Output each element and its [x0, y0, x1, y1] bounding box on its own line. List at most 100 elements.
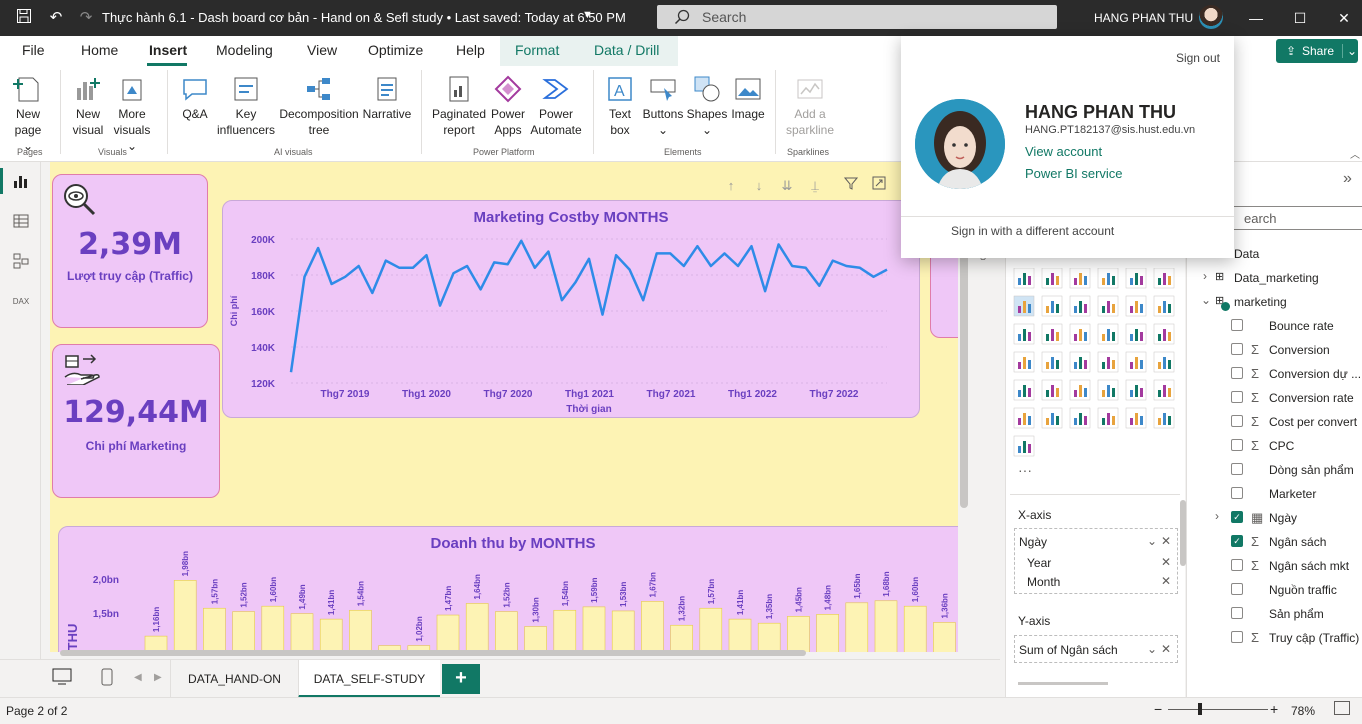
remove-field-icon[interactable]: ✕ — [1161, 642, 1171, 656]
tab-data-drill[interactable]: Data / Drill — [594, 42, 659, 58]
tab-help[interactable]: Help — [456, 42, 485, 58]
tab-file[interactable]: File — [22, 42, 45, 58]
next-level-icon[interactable]: ⇊ — [777, 176, 797, 196]
drill-up-icon[interactable]: ↑ — [721, 176, 741, 196]
collapse-ribbon-icon[interactable]: ︿ — [1350, 146, 1360, 161]
power-apps-button[interactable]: Power Apps — [488, 74, 528, 138]
report-view-icon[interactable] — [11, 172, 31, 192]
field-checkbox[interactable] — [1231, 559, 1243, 571]
share-button[interactable]: ⇪ Share ⌄ — [1276, 39, 1358, 63]
field-row[interactable]: › ✓ ▦ Ngày — [1187, 506, 1362, 530]
field-checkbox[interactable] — [1231, 343, 1243, 355]
field-row[interactable]: Σ Conversion — [1187, 338, 1362, 362]
tab-format[interactable]: Format — [515, 42, 559, 58]
page-tab-data-hand-on[interactable]: DATA_HAND-ON — [170, 660, 298, 698]
field-row[interactable]: Marketer — [1187, 482, 1362, 506]
image-button[interactable]: Image — [728, 74, 768, 122]
text-box-button[interactable]: A Text box — [601, 74, 639, 138]
field-checkbox[interactable] — [1231, 367, 1243, 379]
redo-icon[interactable]: ↷ — [76, 8, 96, 28]
narrative-button[interactable]: Narrative — [362, 74, 412, 122]
zoom-slider-thumb[interactable] — [1198, 703, 1202, 715]
field-row[interactable]: Σ Conversion dự ... — [1187, 362, 1362, 386]
field-checkbox[interactable] — [1231, 487, 1243, 499]
power-automate-button[interactable]: Power Automate — [530, 74, 582, 138]
user-name[interactable]: HANG PHAN THU — [1094, 11, 1193, 25]
paginated-report-button[interactable]: Paginated report — [430, 74, 488, 138]
qa-button[interactable]: Q&A — [177, 74, 213, 122]
scroll-left-icon[interactable]: ◀ — [134, 672, 142, 683]
field-row[interactable]: ✓ Σ Ngân sách — [1187, 530, 1362, 554]
y-axis-well[interactable]: Sum of Ngân sách ⌄ ✕ — [1014, 635, 1178, 663]
field-checkbox[interactable] — [1231, 463, 1243, 475]
undo-icon[interactable]: ↶ — [46, 8, 66, 28]
canvas-horizontal-scrollbar[interactable] — [60, 650, 806, 656]
field-row[interactable]: Σ CPC — [1187, 434, 1362, 458]
bar-chart-visual[interactable]: Doanh thu by MONTHS 2,0bn 1,5bn THU 1,16bn 1… — [58, 526, 958, 652]
visual-type-gallery[interactable] — [1010, 268, 1182, 488]
new-visual-button[interactable]: New visual — [70, 74, 106, 138]
more-visuals-ellipsis[interactable]: ··· — [1018, 462, 1032, 478]
field-row[interactable]: Σ Conversion rate — [1187, 386, 1362, 410]
chevron-down-icon[interactable]: ⌄ — [1147, 642, 1157, 656]
field-checkbox[interactable] — [1231, 415, 1243, 427]
more-visuals-button[interactable]: More visuals ⌄ — [110, 74, 154, 154]
chevron-right-icon[interactable]: › — [1203, 269, 1207, 283]
decomposition-tree-button[interactable]: Decomposition tree — [278, 74, 360, 138]
title-dropdown-icon[interactable]: ▼ — [582, 9, 593, 21]
field-row[interactable]: Bounce rate — [1187, 314, 1362, 338]
zoom-in-icon[interactable]: + — [1270, 701, 1278, 717]
field-row[interactable]: Sản phẩm — [1187, 602, 1362, 626]
tab-optimize[interactable]: Optimize — [368, 42, 423, 58]
zoom-out-icon[interactable]: − — [1154, 701, 1162, 717]
maximize-icon[interactable]: ☐ — [1288, 6, 1312, 30]
field-row[interactable]: Σ Ngân sách mkt — [1187, 554, 1362, 578]
avatar[interactable] — [1199, 5, 1223, 29]
filter-icon[interactable] — [841, 176, 861, 196]
x-axis-well[interactable]: Ngày ⌄ ✕ Year ✕ Month ✕ — [1014, 528, 1178, 594]
zoom-slider[interactable] — [1168, 709, 1268, 710]
view-account-link[interactable]: View account — [1025, 144, 1102, 159]
line-chart-visual[interactable]: Marketing Costby MONTHS 200K 180K 160K 140K… — [222, 200, 920, 418]
mobile-layout-icon[interactable] — [100, 668, 114, 691]
x-axis-field-year[interactable]: Year ✕ — [1015, 553, 1177, 572]
desktop-layout-icon[interactable] — [52, 668, 72, 691]
chevron-down-icon[interactable]: ⌄ — [1147, 534, 1157, 548]
remove-field-icon[interactable]: ✕ — [1161, 574, 1171, 588]
table-data-marketing[interactable]: › ⊞ Data_marketing — [1187, 266, 1362, 290]
drill-down-icon[interactable]: ↓ — [749, 176, 769, 196]
remove-field-icon[interactable]: ✕ — [1161, 534, 1171, 548]
field-checkbox[interactable] — [1231, 439, 1243, 451]
field-checkbox[interactable]: ✓ — [1231, 535, 1243, 547]
power-bi-service-link[interactable]: Power BI service — [1025, 166, 1123, 181]
search-input[interactable]: Search — [657, 5, 1057, 29]
x-axis-field-month[interactable]: Month ✕ — [1015, 572, 1177, 591]
report-canvas[interactable]: 2,39M Lượt truy cập (Traffic) 129,44M Ch… — [50, 162, 958, 652]
page-tab-data-self-study[interactable]: DATA_SELF-STUDY — [298, 660, 440, 698]
model-view-icon[interactable] — [11, 252, 31, 272]
chevron-right-icon[interactable]: › — [1215, 509, 1219, 523]
tab-insert[interactable]: Insert — [149, 42, 187, 58]
tab-view[interactable]: View — [307, 42, 337, 58]
add-sparkline-button[interactable]: Add a sparkline — [782, 74, 838, 138]
fit-to-page-icon[interactable] — [1334, 701, 1350, 715]
field-checkbox[interactable] — [1231, 319, 1243, 331]
field-checkbox[interactable] — [1231, 391, 1243, 403]
x-axis-field-ngay[interactable]: Ngày ⌄ ✕ — [1015, 532, 1177, 551]
save-icon[interactable] — [14, 8, 34, 28]
field-checkbox[interactable] — [1231, 631, 1243, 643]
kpi-card-traffic[interactable]: 2,39M Lượt truy cập (Traffic) — [52, 174, 208, 328]
remove-field-icon[interactable]: ✕ — [1161, 555, 1171, 569]
expand-hierarchy-icon[interactable]: ⍊ — [805, 176, 825, 196]
table-marketing[interactable]: ⌄ ⊞ marketing — [1187, 290, 1362, 314]
focus-mode-icon[interactable] — [869, 176, 889, 196]
scroll-right-icon[interactable]: ▶ — [154, 672, 162, 683]
field-checkbox[interactable] — [1231, 607, 1243, 619]
add-page-button[interactable]: + — [442, 664, 480, 694]
minimize-icon[interactable]: — — [1244, 6, 1268, 30]
buttons-button[interactable]: Buttons ⌄ — [641, 74, 685, 138]
new-page-button[interactable]: New page ⌄ — [8, 74, 48, 154]
y-axis-field-sum-ngan-sach[interactable]: Sum of Ngân sách ⌄ ✕ — [1015, 640, 1177, 659]
key-influencers-button[interactable]: Key influencers — [216, 74, 276, 138]
field-checkbox[interactable] — [1231, 583, 1243, 595]
